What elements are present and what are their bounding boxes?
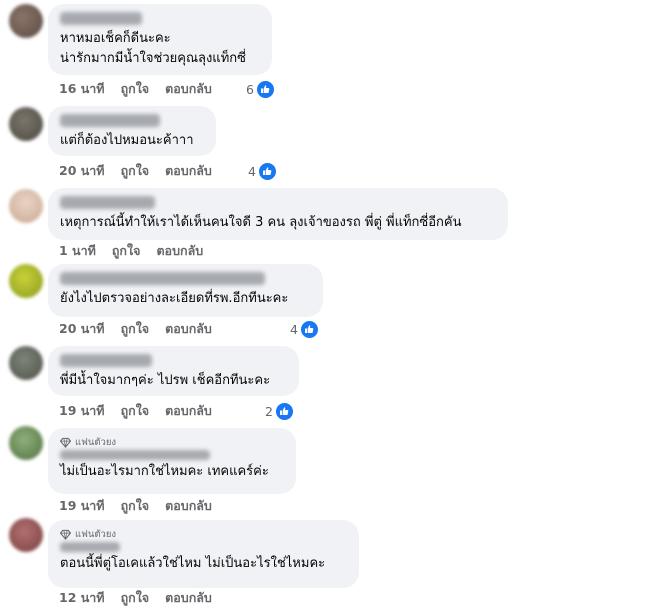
avatar[interactable] — [9, 518, 43, 552]
comment-actions: 19 นาที ถูกใจ ตอบกลับ — [59, 402, 212, 420]
author-name-blurred[interactable] — [60, 196, 155, 209]
reply-button[interactable]: ตอบกลับ — [165, 161, 212, 181]
reply-button[interactable]: ตอบกลับ — [165, 496, 212, 516]
comment-actions: 19 นาที ถูกใจ ตอบกลับ — [59, 497, 212, 515]
thumbs-up-icon — [274, 401, 294, 421]
timestamp[interactable]: 19 นาที — [59, 496, 105, 516]
badge-label: แฟนตัวยง — [75, 528, 117, 540]
author-name-blurred[interactable] — [60, 12, 142, 25]
comment-text: ยังไงไปตรวจอย่างละเอียดที่รพ.อีกทีนะคะ — [60, 291, 289, 306]
like-button[interactable]: ถูกใจ — [121, 588, 150, 608]
comment-bubble: หาหมอเช็คก็ดีนะคะ น่ารักมากมีน้ำใจช่วยคุ… — [48, 4, 272, 75]
author-name-blurred[interactable] — [60, 114, 160, 127]
comment-bubble: แฟนตัวยง ไม่เป็นอะไรมากใช่ไหมคะ เทคแคร์ค… — [48, 428, 296, 494]
avatar[interactable] — [9, 4, 43, 38]
comment-text: เหตุการณ์นี้ทำให้เราได้เห็นคนใจดี 3 คน ล… — [60, 215, 462, 230]
like-button[interactable]: ถูกใจ — [112, 241, 141, 261]
reaction-summary[interactable]: 2 — [265, 401, 294, 421]
like-button[interactable]: ถูกใจ — [121, 496, 150, 516]
timestamp[interactable]: 19 นาที — [59, 401, 105, 421]
thumbs-up-icon — [255, 79, 275, 99]
comment-text: แต่ก็ต้องไปหมอนะค้าาา — [60, 133, 194, 148]
comment-actions: 20 นาที ถูกใจ ตอบกลับ — [59, 320, 212, 338]
author-name-blurred[interactable] — [60, 450, 210, 460]
comment-bubble: แฟนตัวยง ตอนนี้พี่ตู่โอเคแล้วใช่ไหม ไม่เ… — [48, 520, 359, 588]
author-name-blurred[interactable] — [60, 542, 120, 552]
like-button[interactable]: ถูกใจ — [121, 161, 150, 181]
timestamp[interactable]: 20 นาที — [59, 319, 105, 339]
comment-bubble: แต่ก็ต้องไปหมอนะค้าาา — [48, 106, 216, 156]
like-button[interactable]: ถูกใจ — [121, 79, 150, 99]
reaction-count: 4 — [290, 321, 298, 337]
reaction-summary[interactable]: 4 — [248, 161, 277, 181]
reaction-count: 4 — [248, 163, 256, 179]
avatar[interactable] — [9, 189, 43, 223]
avatar[interactable] — [9, 426, 43, 460]
reaction-summary[interactable]: 6 — [246, 79, 275, 99]
reply-button[interactable]: ตอบกลับ — [165, 319, 212, 339]
avatar[interactable] — [9, 264, 43, 298]
diamond-icon — [60, 437, 71, 448]
avatar[interactable] — [9, 346, 43, 380]
thumbs-up-icon — [299, 319, 319, 339]
reaction-count: 6 — [246, 81, 254, 97]
reply-button[interactable]: ตอบกลับ — [156, 241, 203, 261]
top-fan-badge: แฟนตัวยง — [60, 528, 347, 540]
comment-actions: 16 นาที ถูกใจ ตอบกลับ — [59, 80, 212, 98]
author-name-blurred[interactable] — [60, 354, 152, 367]
reply-button[interactable]: ตอบกลับ — [165, 588, 212, 608]
timestamp[interactable]: 16 นาที — [59, 79, 105, 99]
reply-button[interactable]: ตอบกลับ — [165, 79, 212, 99]
comment-actions: 12 นาที ถูกใจ ตอบกลับ — [59, 589, 212, 607]
thumbs-up-icon — [257, 161, 277, 181]
reply-button[interactable]: ตอบกลับ — [165, 401, 212, 421]
reaction-summary[interactable]: 4 — [290, 319, 319, 339]
timestamp[interactable]: 12 นาที — [59, 588, 105, 608]
comment-text: ไม่เป็นอะไรมากใช่ไหมคะ เทคแคร์ค่ะ — [60, 464, 269, 479]
comment-bubble: ยังไงไปตรวจอย่างละเอียดที่รพ.อีกทีนะคะ — [48, 264, 323, 317]
diamond-icon — [60, 529, 71, 540]
comment-text: ตอนนี้พี่ตู่โอเคแล้วใช่ไหม ไม่เป็นอะไรใช… — [60, 556, 326, 571]
author-name-blurred[interactable] — [60, 272, 265, 285]
comment-text: น่ารักมากมีน้ำใจช่วยคุณลุงแท็กซี่ — [60, 51, 246, 66]
reaction-count: 2 — [265, 403, 273, 419]
comment-bubble: พี่มีน้ำใจมากๆค่ะ ไปรพ เช็คอีกทีนะคะ — [48, 346, 299, 396]
badge-label: แฟนตัวยง — [75, 436, 117, 448]
comment-text: พี่มีน้ำใจมากๆค่ะ ไปรพ เช็คอีกทีนะคะ — [60, 373, 271, 388]
comment-actions: 1 นาที ถูกใจ ตอบกลับ — [59, 242, 203, 260]
timestamp[interactable]: 1 นาที — [59, 241, 96, 261]
like-button[interactable]: ถูกใจ — [121, 401, 150, 421]
comment-text: หาหมอเช็คก็ดีนะคะ — [60, 31, 171, 46]
like-button[interactable]: ถูกใจ — [121, 319, 150, 339]
comment-bubble: เหตุการณ์นี้ทำให้เราได้เห็นคนใจดี 3 คน ล… — [48, 188, 508, 240]
top-fan-badge: แฟนตัวยง — [60, 436, 284, 448]
comment-actions: 20 นาที ถูกใจ ตอบกลับ — [59, 162, 212, 180]
timestamp[interactable]: 20 นาที — [59, 161, 105, 181]
avatar[interactable] — [9, 107, 43, 141]
